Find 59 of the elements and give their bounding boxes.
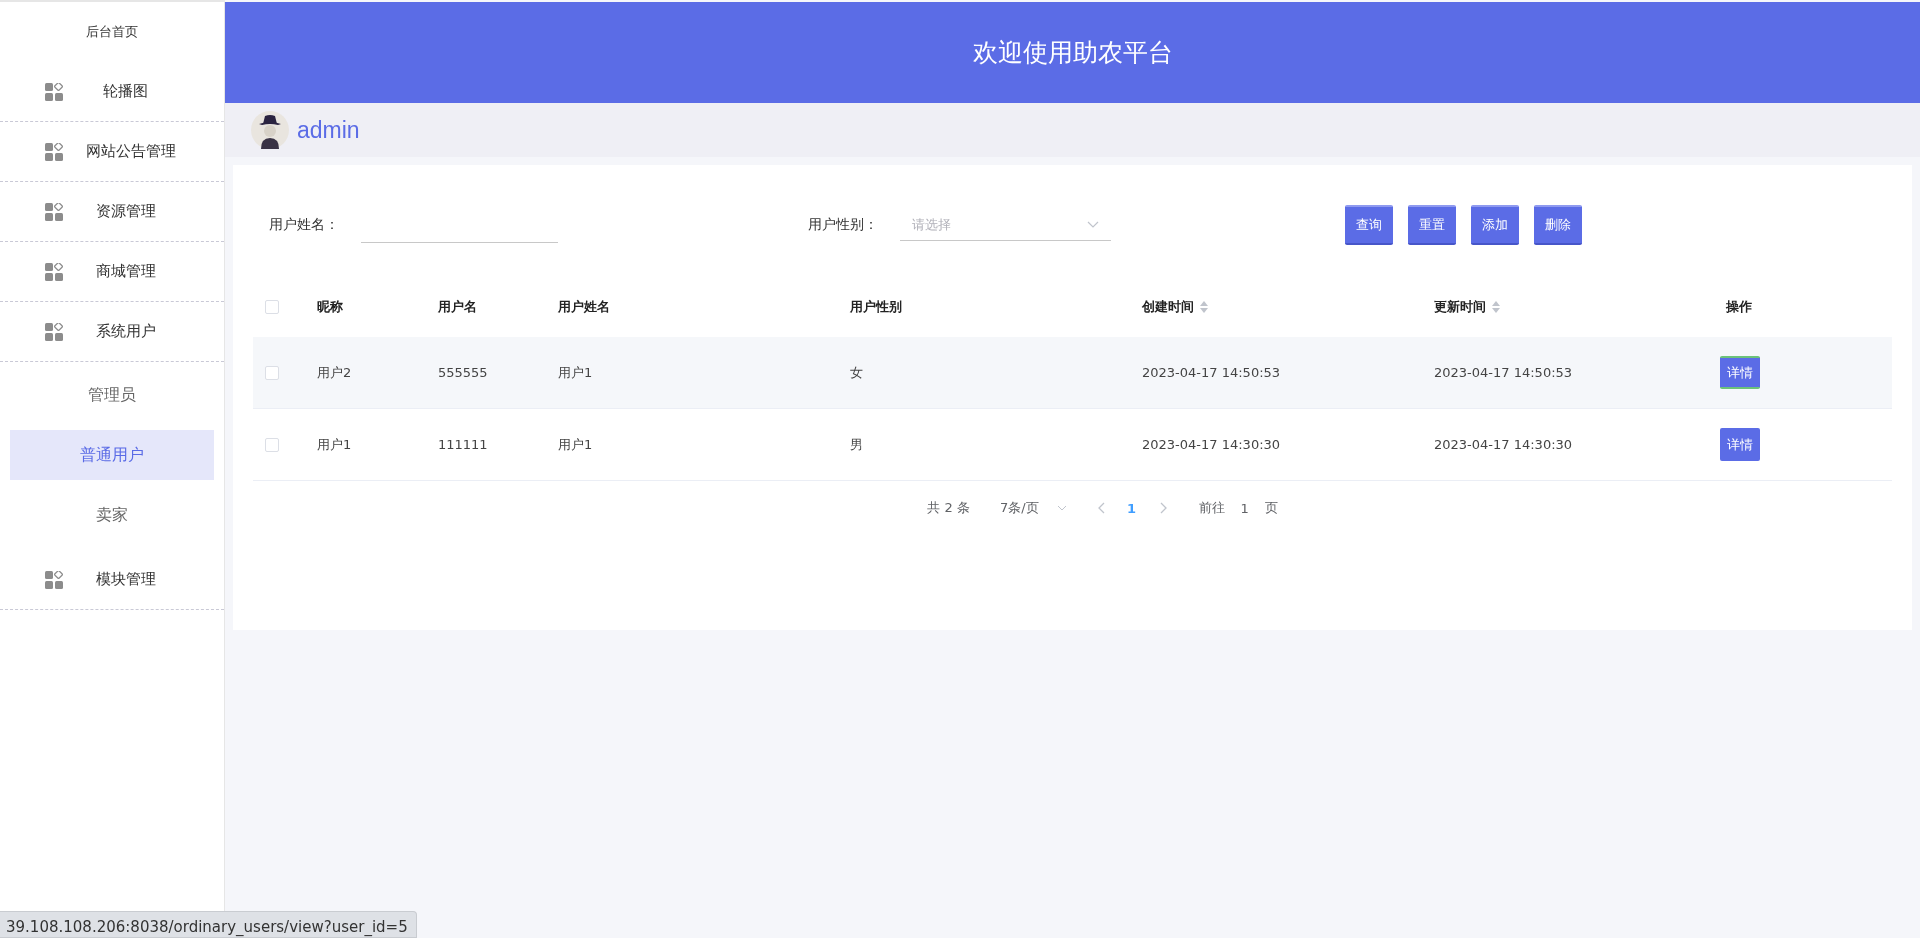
link-preview: 39.108.108.206:8038/ordinary_users/view?user_id=5 [0, 911, 417, 938]
column-header: 用户性别 [850, 298, 902, 316]
table-cell: 用户1 [558, 364, 593, 380]
caret-icon[interactable] [1087, 220, 1099, 229]
column-header: 创建时间 [1142, 298, 1194, 316]
column-header: 用户姓名 [558, 298, 610, 316]
grid-icon [45, 82, 63, 101]
table-cell: 2023-04-17 14:50:53 [1142, 365, 1281, 380]
sidebar-item[interactable]: 模块管理 [0, 550, 224, 610]
page-suffix: 页 [1264, 499, 1278, 517]
table-cell: 用户1 [558, 436, 593, 452]
caret-icon[interactable] [1056, 505, 1067, 511]
table-cell: 女 [850, 364, 863, 380]
sidebar-item[interactable]: 轮播图 [0, 62, 224, 122]
page-size-select[interactable]: 7条/页 [999, 499, 1067, 517]
sidebar-item[interactable]: 后台首页 [86, 23, 138, 41]
table-cell: 111111 [438, 437, 488, 452]
toolbar-button[interactable]: 查询 [1345, 205, 1393, 245]
column-header: 用户名 [438, 298, 477, 316]
field-label: 用户性别： [808, 216, 879, 234]
field-label: 用户姓名： [269, 216, 340, 234]
sidebar-subitem[interactable]: 管理员 [10, 370, 214, 420]
checkbox[interactable] [265, 300, 279, 314]
table-cell: 2023-04-17 14:30:30 [1434, 437, 1573, 452]
grid-icon [45, 322, 63, 341]
toolbar-button[interactable]: 重置 [1408, 205, 1456, 245]
grid-icon [45, 262, 63, 281]
total-count: 共 2 条 [927, 499, 970, 517]
page-input[interactable]: 1 [1224, 500, 1265, 516]
details-button[interactable]: 详情 [1720, 428, 1760, 461]
page-title: 欢迎使用助农平台 [972, 37, 1173, 69]
table-cell: 555555 [438, 365, 488, 380]
sidebar-item[interactable]: 资源管理 [0, 182, 224, 242]
checkbox[interactable] [265, 365, 279, 380]
toolbar-button[interactable]: 删除 [1534, 205, 1582, 245]
avatar-icon [251, 111, 289, 149]
grid-icon [45, 142, 63, 161]
table-cell: 男 [850, 436, 863, 452]
grid-icon [45, 202, 63, 221]
sidebar-item[interactable]: 系统用户 [0, 302, 224, 362]
sidebar-subitem[interactable]: 普通用户 [10, 430, 214, 480]
username: admin [297, 116, 360, 144]
sidebar-subitem[interactable]: 卖家 [10, 490, 214, 540]
column-header: 更新时间 [1434, 298, 1486, 316]
checkbox[interactable] [265, 437, 279, 452]
table-cell: 用户1 [317, 436, 352, 452]
sidebar-item[interactable]: 商城管理 [0, 242, 224, 302]
table-cell: 用户2 [317, 364, 352, 380]
sort-icon[interactable] [1200, 301, 1208, 313]
goto-label: 前往 [1198, 499, 1225, 517]
grid-icon [45, 570, 63, 589]
table-cell: 2023-04-17 14:50:53 [1434, 365, 1573, 380]
details-button[interactable]: 详情 [1720, 356, 1760, 389]
column-header: 操作 [1726, 298, 1752, 316]
sort-icon[interactable] [1492, 301, 1500, 313]
toolbar-button[interactable]: 添加 [1471, 205, 1519, 245]
sidebar-item[interactable]: 网站公告管理 [0, 122, 224, 182]
table-cell: 2023-04-17 14:30:30 [1142, 437, 1281, 452]
column-header: 昵称 [317, 298, 343, 316]
